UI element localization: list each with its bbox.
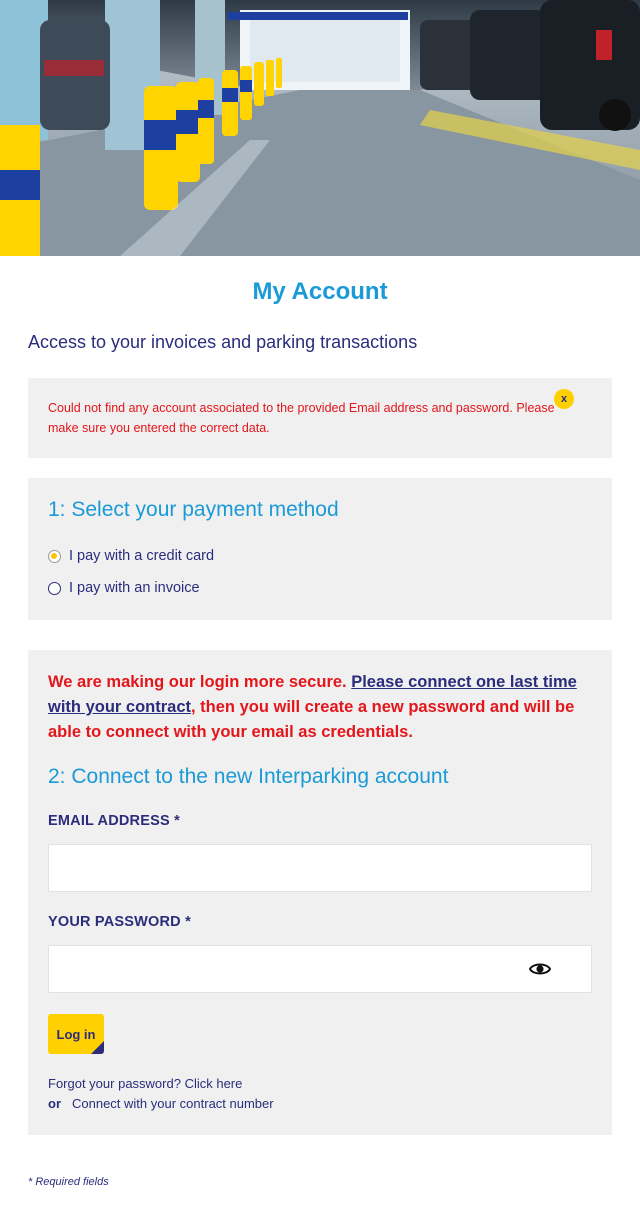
hero-image bbox=[0, 0, 640, 256]
page-subtitle: Access to your invoices and parking tran… bbox=[28, 332, 418, 352]
radio-button[interactable] bbox=[48, 581, 61, 595]
required-fields-note: * Required fields bbox=[28, 1176, 109, 1188]
radio-label: I pay with an invoice bbox=[69, 580, 200, 596]
page-title: My Account bbox=[252, 278, 388, 305]
payment-section-title: 1: Select your payment method bbox=[48, 498, 339, 521]
close-alert-button[interactable]: x bbox=[554, 389, 574, 409]
security-notice: We are making our login more secure. Ple… bbox=[48, 670, 588, 745]
login-button[interactable]: Log in bbox=[48, 1014, 104, 1054]
contract-number-link[interactable]: Connect with your contract number bbox=[72, 1096, 274, 1111]
login-section-title: 2: Connect to the new Interparking accou… bbox=[48, 765, 449, 788]
error-message: Could not find any account associated to… bbox=[48, 401, 555, 435]
error-alert: Could not find any account associated to… bbox=[28, 378, 612, 458]
password-field[interactable] bbox=[49, 946, 591, 992]
notice-text: We are making our login more secure. bbox=[48, 673, 352, 691]
password-field-wrapper bbox=[48, 945, 592, 993]
login-section: We are making our login more secure. Ple… bbox=[28, 650, 612, 1135]
radio-label: I pay with a credit card bbox=[69, 548, 215, 564]
email-field-wrapper bbox=[48, 844, 592, 892]
email-field[interactable] bbox=[49, 845, 591, 891]
radio-invoice[interactable]: I pay with an invoice bbox=[48, 580, 200, 596]
email-label: EMAIL ADDRESS * bbox=[48, 813, 180, 829]
radio-button-checked[interactable] bbox=[48, 549, 61, 563]
radio-credit-card[interactable]: I pay with a credit card bbox=[48, 548, 214, 564]
forgot-password-link[interactable]: Forgot your password? Click here bbox=[48, 1076, 242, 1091]
show-password-eye-icon[interactable] bbox=[528, 958, 552, 980]
password-label: YOUR PASSWORD * bbox=[48, 914, 191, 930]
or-label: or bbox=[48, 1096, 61, 1111]
payment-method-section: 1: Select your payment method I pay with… bbox=[28, 478, 612, 620]
